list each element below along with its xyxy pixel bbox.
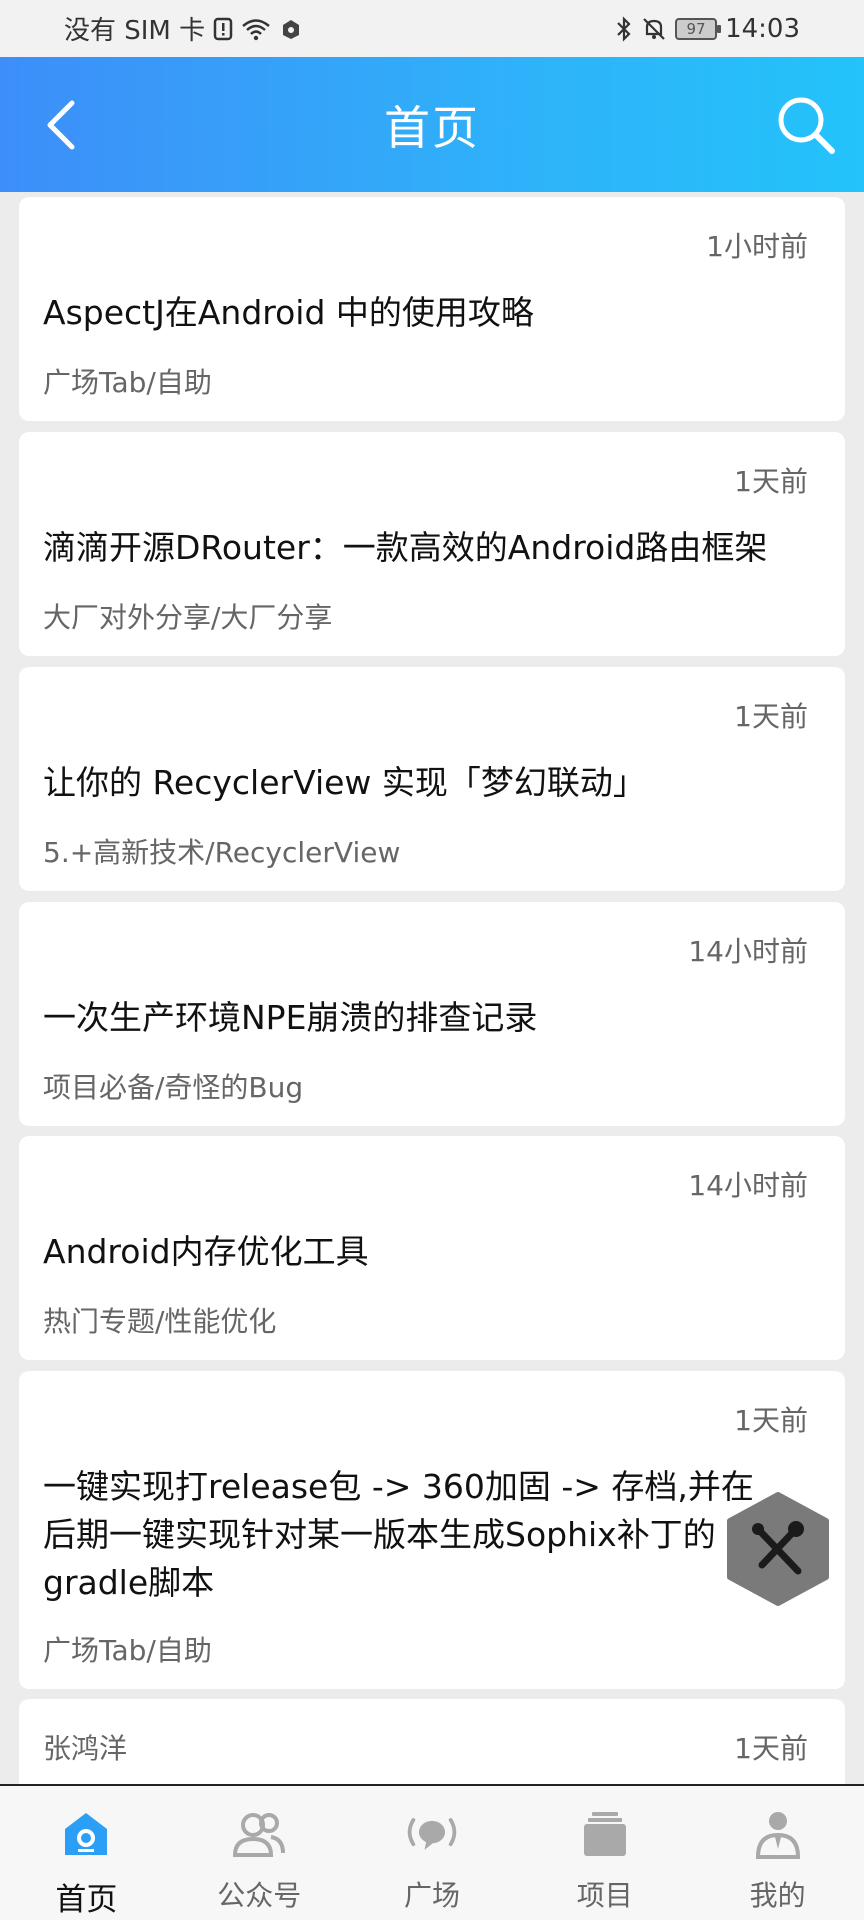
- bluetooth-icon: [615, 15, 633, 42]
- tools-fab-button[interactable]: [722, 1491, 834, 1607]
- nav-item-square[interactable]: 广场: [346, 1786, 519, 1920]
- user-icon: [750, 1806, 806, 1862]
- nav-label: 广场: [403, 1879, 460, 1912]
- nav-label: 首页: [55, 1882, 118, 1918]
- article-title: 一键实现打release包 -> 360加固 -> 存档,并在后期一键实现针对某…: [43, 1467, 754, 1602]
- sim-alert-icon: [213, 17, 233, 41]
- home-icon: [58, 1806, 114, 1862]
- clock-text: 14:03: [725, 13, 800, 44]
- article-title: 让你的 RecyclerView 实现「梦幻联动」: [43, 763, 646, 802]
- nav-item-projects[interactable]: 项目: [518, 1786, 691, 1920]
- article-time: 1天前: [734, 1404, 808, 1437]
- broadcast-icon: [404, 1806, 460, 1862]
- nav-item-official-accounts[interactable]: 公众号: [173, 1786, 346, 1920]
- article-time: 14小时前: [688, 935, 808, 968]
- status-bar: 没有 SIM 卡 97 14:03: [0, 0, 864, 57]
- article-card[interactable]: 14小时前 Android内存优化工具 热门专题/性能优化: [19, 1136, 845, 1360]
- nav-label: 我的: [749, 1879, 806, 1912]
- article-title: AspectJ在Android 中的使用攻略: [43, 293, 534, 332]
- article-category[interactable]: 大厂对外分享/大厂分享: [43, 596, 332, 636]
- search-icon: [778, 97, 835, 154]
- search-button[interactable]: [768, 87, 844, 163]
- folder-icon: [577, 1806, 633, 1862]
- article-card[interactable]: 张鸿洋 1天前: [19, 1699, 845, 1784]
- status-right: 97 14:03: [615, 14, 800, 44]
- article-time: 1天前: [734, 1732, 808, 1765]
- article-category[interactable]: 广场Tab/自助: [43, 361, 212, 401]
- article-card[interactable]: 1天前 让你的 RecyclerView 实现「梦幻联动」 5.+高新技术/Re…: [19, 667, 845, 891]
- article-category[interactable]: 项目必备/奇怪的Bug: [43, 1066, 303, 1106]
- article-category[interactable]: 热门专题/性能优化: [43, 1300, 276, 1340]
- bottom-nav: 首页 公众号 广场 项目 我的: [0, 1784, 864, 1920]
- nav-label: 公众号: [217, 1879, 302, 1912]
- status-left: 没有 SIM 卡: [64, 10, 303, 47]
- wifi-icon: [241, 17, 271, 41]
- mute-bell-icon: [641, 16, 667, 42]
- article-time: 1天前: [734, 700, 808, 733]
- people-icon: [231, 1806, 287, 1862]
- article-card[interactable]: 1天前 滴滴开源DRouter：一款高效的Android路由框架 大厂对外分享/…: [19, 432, 845, 656]
- app-header: 首页: [0, 57, 864, 192]
- carrier-text: 没有 SIM 卡: [64, 16, 206, 46]
- article-time: 1天前: [734, 465, 808, 498]
- nav-item-mine[interactable]: 我的: [691, 1786, 864, 1920]
- app-notification-icon: [279, 17, 303, 41]
- chevron-left-icon: [47, 100, 75, 150]
- nav-item-home[interactable]: 首页: [0, 1786, 173, 1920]
- page-title: 首页: [384, 100, 480, 155]
- article-card[interactable]: 1小时前 AspectJ在Android 中的使用攻略 广场Tab/自助: [19, 197, 845, 421]
- article-author[interactable]: 张鸿洋: [43, 1727, 127, 1767]
- article-card[interactable]: 14小时前 一次生产环境NPE崩溃的排查记录 项目必备/奇怪的Bug: [19, 902, 845, 1126]
- article-title: 滴滴开源DRouter：一款高效的Android路由框架: [43, 528, 768, 567]
- nav-label: 项目: [576, 1879, 633, 1912]
- article-category[interactable]: 5.+高新技术/RecyclerView: [43, 831, 400, 871]
- article-title: 一次生产环境NPE崩溃的排查记录: [43, 998, 538, 1037]
- article-time: 14小时前: [688, 1169, 808, 1202]
- tools-icon: [727, 1492, 829, 1606]
- battery-indicator: 97: [675, 17, 722, 40]
- article-time: 1小时前: [706, 230, 808, 263]
- back-button[interactable]: [30, 93, 94, 157]
- article-title: Android内存优化工具: [43, 1232, 369, 1271]
- article-category[interactable]: 广场Tab/自助: [43, 1629, 212, 1669]
